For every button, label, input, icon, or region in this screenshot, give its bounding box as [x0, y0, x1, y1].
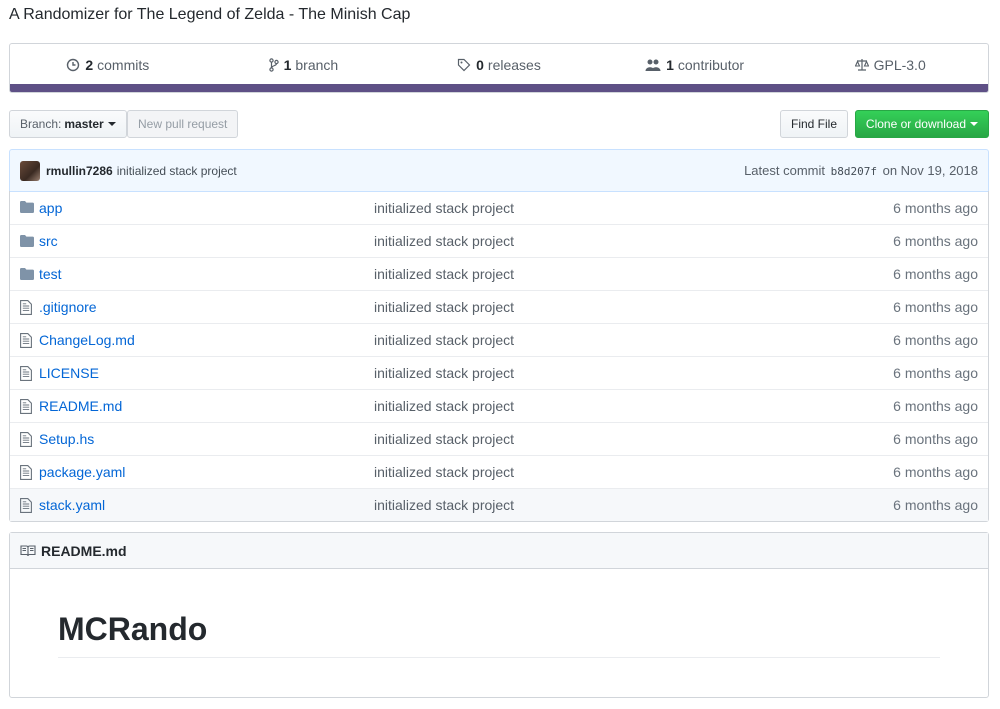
- file-name-link[interactable]: package.yaml: [39, 464, 125, 480]
- commit-author[interactable]: rmullin7286: [46, 164, 113, 178]
- folder-icon: [20, 267, 34, 283]
- repo-description: A Randomizer for The Legend of Zelda - T…: [9, 6, 411, 23]
- law-icon: [854, 59, 869, 71]
- file-commit-message[interactable]: initialized stack project: [374, 431, 514, 447]
- license-link[interactable]: GPL-3.0: [792, 57, 988, 73]
- file-icon: [20, 498, 32, 516]
- file-commit-message[interactable]: initialized stack project: [374, 398, 514, 414]
- branches-label: branch: [295, 57, 339, 73]
- file-row[interactable]: app initialized stack project 6 months ago: [10, 191, 988, 224]
- folder-icon: [20, 234, 34, 250]
- find-file-button[interactable]: Find File: [779, 110, 848, 138]
- file-name-link[interactable]: README.md: [39, 398, 122, 414]
- file-icon: [20, 300, 32, 318]
- new-pull-request-button[interactable]: New pull request: [127, 110, 239, 138]
- avatar[interactable]: [20, 160, 40, 181]
- file-commit-message[interactable]: initialized stack project: [374, 233, 514, 249]
- file-name-link[interactable]: test: [39, 266, 62, 282]
- branches-link[interactable]: 1 branch: [206, 57, 402, 73]
- file-commit-message[interactable]: initialized stack project: [374, 200, 514, 216]
- file-row[interactable]: stack.yaml initialized stack project 6 mon…: [10, 488, 988, 521]
- readme-header: README.md: [10, 533, 988, 569]
- file-name-link[interactable]: Setup.hs: [39, 431, 94, 447]
- people-icon: [645, 59, 661, 71]
- file-commit-message[interactable]: initialized stack project: [374, 464, 514, 480]
- latest-commit-bar: rmullin7286 initialized stack project La…: [9, 149, 989, 192]
- readme-body: MCRando: [10, 569, 988, 658]
- history-icon: [67, 58, 80, 72]
- file-row[interactable]: ChangeLog.md initialized stack project 6 m…: [10, 323, 988, 356]
- file-age: 6 months ago: [893, 266, 978, 282]
- file-age: 6 months ago: [893, 332, 978, 348]
- file-icon: [20, 399, 32, 417]
- commits-link[interactable]: 2 commits: [10, 57, 206, 73]
- readme-panel: README.md MCRando: [9, 532, 989, 698]
- git-branch-icon: [268, 58, 279, 72]
- language-bar[interactable]: [10, 84, 988, 92]
- branches-count: 1: [283, 57, 292, 73]
- clone-or-download-button[interactable]: Clone or download: [854, 110, 989, 138]
- file-age: 6 months ago: [893, 199, 978, 216]
- branch-label: Branch:: [20, 117, 62, 131]
- file-navigation: Branch: master New pull request Find Fil…: [9, 110, 989, 138]
- tag-icon: [458, 58, 471, 72]
- book-icon: [20, 544, 36, 556]
- commits-label: commits: [97, 57, 150, 73]
- file-commit-message[interactable]: initialized stack project: [374, 299, 514, 315]
- folder-icon: [20, 200, 34, 216]
- readme-filename[interactable]: README.md: [41, 543, 127, 559]
- file-commit-message[interactable]: initialized stack project: [374, 266, 514, 282]
- branch-select-button[interactable]: Branch: master: [9, 110, 127, 138]
- file-commit-message[interactable]: initialized stack project: [374, 497, 514, 513]
- readme-title: MCRando: [58, 609, 940, 658]
- file-row[interactable]: package.yaml initialized stack project 6 m…: [10, 455, 988, 488]
- contributors-label: contributor: [677, 57, 745, 73]
- branch-value: master: [64, 117, 104, 131]
- file-list: app initialized stack project 6 months ago…: [9, 191, 989, 522]
- releases-count: 0: [476, 57, 484, 73]
- contributors-link[interactable]: 1 contributor: [597, 57, 793, 73]
- file-age: 6 months ago: [893, 431, 978, 447]
- commit-sha[interactable]: b8d207f: [831, 165, 877, 178]
- file-row[interactable]: .gitignore initialized stack project 6 mon…: [10, 290, 988, 323]
- file-age: 6 months ago: [893, 398, 978, 414]
- file-name-link[interactable]: LICENSE: [39, 365, 99, 381]
- file-age: 6 months ago: [893, 497, 978, 513]
- file-icon: [20, 366, 32, 384]
- file-name-link[interactable]: stack.yaml: [39, 497, 105, 513]
- contributors-count: 1: [666, 57, 674, 73]
- file-name-link[interactable]: app: [39, 200, 62, 216]
- file-row[interactable]: LICENSE initialized stack project 6 months…: [10, 356, 988, 389]
- commit-date: on Nov 19, 2018: [882, 163, 978, 178]
- numbers-summary: 2 commits 1 branch 0 releases 1 contribu…: [9, 43, 989, 93]
- file-name-link[interactable]: ChangeLog.md: [39, 332, 135, 348]
- file-icon: [20, 333, 32, 351]
- file-age: 6 months ago: [893, 365, 978, 381]
- releases-label: releases: [487, 57, 541, 73]
- file-name-link[interactable]: src: [39, 233, 58, 249]
- file-row[interactable]: test initialized stack project 6 months ag…: [10, 257, 988, 290]
- file-age: 6 months ago: [893, 233, 978, 249]
- file-icon: [20, 465, 32, 483]
- file-row[interactable]: Setup.hs initialized stack project 6 month…: [10, 422, 988, 455]
- latest-commit-prefix: Latest commit: [744, 163, 825, 178]
- file-commit-message[interactable]: initialized stack project: [374, 365, 514, 381]
- license-label: GPL-3.0: [873, 57, 926, 73]
- file-row[interactable]: README.md initialized stack project 6 mont…: [10, 389, 988, 422]
- releases-link[interactable]: 0 releases: [401, 57, 597, 73]
- file-commit-message[interactable]: initialized stack project: [374, 332, 514, 348]
- file-row[interactable]: src initialized stack project 6 months ago: [10, 224, 988, 257]
- file-icon: [20, 432, 32, 450]
- commit-message[interactable]: initialized stack project: [117, 164, 237, 178]
- file-age: 6 months ago: [893, 299, 978, 315]
- file-name-link[interactable]: .gitignore: [39, 299, 97, 315]
- caret-down-icon: [970, 122, 978, 126]
- clone-label: Clone or download: [865, 117, 966, 131]
- file-age: 6 months ago: [893, 464, 978, 480]
- latest-commit-info: Latest commit b8d207f on Nov 19, 2018: [744, 163, 978, 178]
- caret-down-icon: [107, 122, 116, 126]
- commits-count: 2: [85, 57, 94, 73]
